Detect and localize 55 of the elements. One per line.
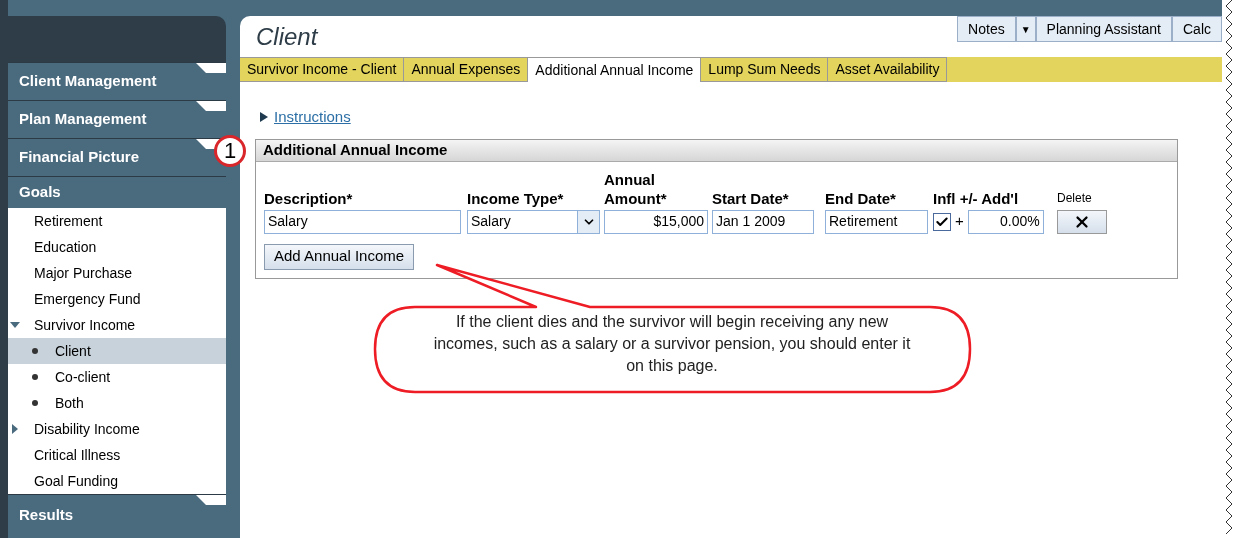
dropdown-button[interactable]: ▼: [1015, 16, 1036, 42]
column-header: Income Type*: [467, 188, 565, 208]
add-income-button[interactable]: Add Annual Income: [264, 243, 415, 270]
column-header: Annual Amount*: [604, 169, 668, 208]
callout-text: If the client dies and the survivor will begin receiving any new incomes, such as a salary or a survivor pension, you should enter it on this page.: [432, 312, 912, 376]
bullet-icon: [32, 374, 38, 380]
collapsed-triangle-icon[interactable]: [260, 112, 268, 123]
sidebar-section[interactable]: Plan Management: [19, 108, 147, 131]
sidebar-item[interactable]: Retirement: [8, 208, 226, 234]
input-field[interactable]: Salary: [264, 209, 461, 234]
income-type-select[interactable]: Salary: [467, 209, 600, 234]
sidebar-section[interactable]: Results: [19, 503, 74, 527]
page-title: Client: [255, 22, 318, 52]
tab[interactable]: Annual Expenses: [404, 57, 529, 82]
input-field[interactable]: Retirement: [825, 209, 928, 234]
sidebar-section[interactable]: Client Management: [19, 70, 157, 93]
toolbar-button[interactable]: Planning Assistant: [1035, 16, 1172, 42]
input-field[interactable]: $15,000: [604, 209, 708, 234]
sidebar-item[interactable]: Client: [8, 338, 226, 364]
sidebar-item[interactable]: Emergency Fund: [8, 286, 226, 312]
toolbar-button[interactable]: Notes: [957, 16, 1016, 42]
column-header: Infl +/- Add'l: [933, 188, 1020, 208]
sidebar-item[interactable]: Education: [8, 234, 226, 260]
panel-title: Additional Annual Income: [263, 139, 448, 160]
bullet-icon: [32, 348, 38, 354]
input-field[interactable]: Jan 1 2009: [712, 209, 814, 234]
sidebar-item[interactable]: Disability Income: [8, 416, 226, 442]
tab[interactable]: Asset Availability: [828, 57, 948, 82]
sidebar-item[interactable]: Critical Illness: [8, 442, 226, 468]
column-header: Description*: [264, 188, 354, 208]
plus-sign: +: [955, 211, 964, 232]
delete-button[interactable]: [1057, 209, 1107, 234]
collapsed-triangle-icon[interactable]: [12, 424, 18, 434]
tab[interactable]: Lump Sum Needs: [701, 57, 829, 82]
sidebar-item[interactable]: Survivor Income: [8, 312, 226, 338]
column-header: Start Date*: [712, 188, 790, 208]
sidebar-section[interactable]: Financial Picture: [19, 146, 140, 169]
column-header: Delete: [1057, 189, 1093, 207]
column-header: End Date*: [825, 188, 897, 208]
sidebar-section[interactable]: Goals: [19, 181, 61, 204]
toolbar-button[interactable]: Calc: [1172, 16, 1222, 42]
inflation-checkbox[interactable]: [933, 212, 951, 231]
expanded-triangle-icon[interactable]: [10, 322, 20, 328]
input-field[interactable]: 0.00%: [967, 209, 1044, 234]
instructions-link[interactable]: Instructions: [274, 106, 351, 129]
sidebar-item[interactable]: Major Purchase: [8, 260, 226, 286]
tab[interactable]: Survivor Income - Client: [240, 57, 405, 82]
sidebar-item[interactable]: Both: [8, 390, 226, 416]
notch-icon: [196, 101, 226, 111]
bullet-icon: [32, 400, 38, 406]
notch-icon: [196, 63, 226, 73]
sidebar-item[interactable]: Co-client: [8, 364, 226, 390]
check-icon: [935, 214, 949, 229]
sidebar-item[interactable]: Goal Funding: [8, 468, 226, 494]
tab[interactable]: Additional Annual Income: [528, 57, 702, 82]
